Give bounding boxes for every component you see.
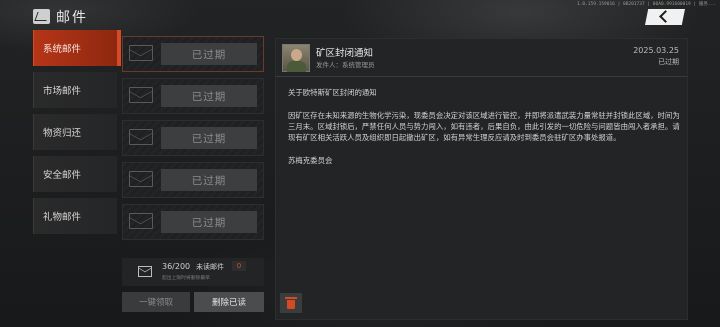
top-bar: 邮件 1.0.159.159016 | 0B201737 | 00A0.9916… [0, 0, 720, 30]
category-sidebar: 系统邮件 市场邮件 物资归还 安全邮件 礼物邮件 [33, 30, 121, 240]
version-text: 1.0.159.159016 | 0B201737 | 00A0.9916000… [576, 2, 716, 7]
category-security[interactable]: 安全邮件 [33, 156, 117, 192]
envelope-icon [129, 171, 153, 187]
unread-count: 0 [232, 261, 246, 271]
back-button[interactable] [645, 9, 685, 25]
mail-item[interactable]: 已过期 [122, 162, 264, 198]
mail-sender: 发件人：系统管理员 [316, 61, 375, 69]
expired-badge: 已过期 [161, 85, 257, 107]
mail-content: 因矿区存在未知来源的生物化学污染，现委员会决定对该区域进行管控，并即将派遣武装力… [288, 111, 680, 142]
category-label: 系统邮件 [43, 44, 82, 55]
mail-list: 已过期 已过期 已过期 已过期 已过期 [122, 30, 264, 258]
envelope-icon [129, 213, 153, 229]
mail-item[interactable]: 已过期 [122, 36, 264, 72]
mail-body: 关于欧特斯矿区封闭的通知 因矿区存在未知来源的生物化学污染，现委员会决定对该区域… [288, 87, 680, 178]
category-supply-return[interactable]: 物资归还 [33, 114, 117, 150]
mail-subject: 矿区封闭通知 [316, 48, 374, 59]
mail-header: 矿区封闭通知 发件人：系统管理员 2025.03.25 已过期 [276, 39, 687, 77]
envelope-icon [129, 87, 153, 103]
category-label: 物资归还 [43, 128, 82, 139]
category-system[interactable]: 系统邮件 [33, 30, 121, 66]
mail-item[interactable]: 已过期 [122, 204, 264, 240]
category-label: 安全邮件 [43, 170, 82, 181]
trash-icon[interactable] [280, 293, 302, 313]
mail-count: 36/200 [162, 262, 191, 271]
envelope-icon [129, 129, 153, 145]
claim-all-button[interactable]: 一键领取 [122, 292, 190, 312]
delete-read-button[interactable]: 删除已读 [194, 292, 264, 312]
expired-badge: 已过期 [161, 127, 257, 149]
envelope-icon [138, 266, 152, 277]
mail-count-panel: 36/200 未读邮件 0 超出上限时将删除最早 [122, 258, 264, 286]
category-gift[interactable]: 礼物邮件 [33, 198, 117, 234]
sender-avatar [282, 44, 310, 72]
expired-badge: 已过期 [161, 169, 257, 191]
category-label: 礼物邮件 [43, 212, 82, 223]
category-label: 市场邮件 [43, 86, 82, 97]
mail-app-icon [33, 9, 50, 24]
page-title: 邮件 [56, 10, 88, 26]
mail-date: 2025.03.25 [633, 46, 679, 55]
mail-status: 已过期 [658, 58, 679, 66]
unread-label: 未读邮件 [196, 263, 224, 271]
mail-item[interactable]: 已过期 [122, 78, 264, 114]
capacity-hint: 超出上限时将删除最早 [162, 276, 210, 281]
expired-badge: 已过期 [161, 211, 257, 233]
mail-detail: 矿区封闭通知 发件人：系统管理员 2025.03.25 已过期 关于欧特斯矿区封… [275, 38, 688, 320]
category-market[interactable]: 市场邮件 [33, 72, 117, 108]
mail-item[interactable]: 已过期 [122, 120, 264, 156]
envelope-icon [129, 45, 153, 61]
mail-greeting: 关于欧特斯矿区封闭的通知 [288, 88, 377, 97]
expired-badge: 已过期 [161, 43, 257, 65]
mail-signature: 苏梅克委员会 [288, 156, 333, 165]
